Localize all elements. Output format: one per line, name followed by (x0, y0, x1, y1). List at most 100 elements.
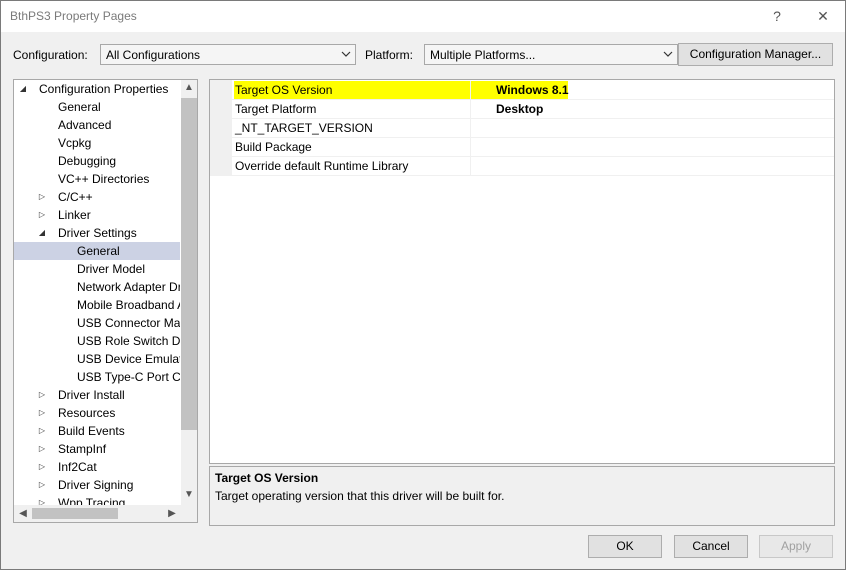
tree-item[interactable]: USB Connector Man (14, 314, 180, 332)
property-tree[interactable]: ▷ Wpp Tracing ▷ Driver Signing ▷ Inf2Cat ▷ Stam… (13, 79, 198, 523)
tree-item[interactable]: USB Device Emulati (14, 350, 180, 368)
platform-value: Multiple Platforms... (430, 48, 536, 62)
tree-item-label: Vcpkg (58, 136, 92, 150)
tree-item-label: Driver Model (77, 262, 146, 276)
tree-vertical-scroll-thumb[interactable] (181, 98, 197, 430)
tree-item-label: StampInf (58, 442, 107, 456)
column-separator (470, 119, 471, 138)
tree-item[interactable]: General (14, 98, 180, 116)
tree-item[interactable]: ▷ Resources (14, 404, 180, 422)
tree-item-label: VC++ Directories (58, 172, 150, 186)
platform-dropdown[interactable]: Multiple Platforms... (424, 44, 678, 65)
tree-item[interactable]: ▷ StampInf (14, 440, 180, 458)
tree-item[interactable]: Vcpkg (14, 134, 180, 152)
configuration-label: Configuration: (13, 48, 88, 62)
property-pages-window: BthPS3 Property Pages ? ✕ Configuration:… (0, 0, 846, 570)
property-row[interactable]: _NT_TARGET_VERSION (232, 119, 834, 138)
property-row[interactable]: Build Package (232, 138, 834, 157)
expand-arrow-icon[interactable]: ▷ (36, 206, 48, 224)
tree-item-label: Linker (58, 208, 91, 222)
property-name: Override default Runtime Library (235, 159, 409, 173)
window-title: BthPS3 Property Pages (10, 9, 137, 23)
tree-item[interactable]: Advanced (14, 116, 180, 134)
scroll-down-icon[interactable]: ▼ (181, 489, 197, 500)
tree-item[interactable]: ◢ Configuration Properties (14, 80, 180, 98)
expand-arrow-icon[interactable]: ▷ (36, 422, 48, 440)
property-row[interactable]: Override default Runtime Library (232, 157, 834, 176)
collapse-arrow-icon[interactable]: ◢ (17, 80, 29, 98)
tree-item-label: USB Role Switch Dri (77, 334, 180, 348)
tree-item[interactable]: USB Type-C Port Co (14, 368, 180, 386)
tree-item[interactable]: General (14, 242, 180, 260)
tree-item[interactable]: ▷ C/C++ (14, 188, 180, 206)
property-name: _NT_TARGET_VERSION (235, 121, 373, 135)
expand-arrow-icon[interactable]: ▷ (36, 188, 48, 206)
tree-item-label: Driver Install (58, 388, 125, 402)
chevron-down-icon (341, 51, 351, 57)
tree-item[interactable]: USB Role Switch Dri (14, 332, 180, 350)
configuration-value: All Configurations (106, 48, 201, 62)
tree-item[interactable]: ▷ Linker (14, 206, 180, 224)
column-separator (470, 81, 471, 100)
description-text: Target operating version that this drive… (215, 489, 505, 503)
property-value[interactable]: Desktop (496, 102, 543, 116)
configuration-dropdown[interactable]: All Configurations (100, 44, 356, 65)
tree-item-label: Advanced (58, 118, 112, 132)
tree-item-label: Configuration Properties (39, 82, 169, 96)
help-button[interactable]: ? (757, 1, 797, 32)
column-separator (470, 138, 471, 157)
column-separator (470, 157, 471, 176)
expand-arrow-icon[interactable]: ▷ (36, 476, 48, 494)
tree-item-label: General (77, 244, 120, 258)
expand-arrow-icon[interactable]: ▷ (36, 404, 48, 422)
tree-item-label: General (58, 100, 101, 114)
tree-item[interactable]: Debugging (14, 152, 180, 170)
tree-item-label: Network Adapter Dr (77, 280, 180, 294)
collapse-arrow-icon[interactable]: ◢ (36, 224, 48, 242)
ok-button[interactable]: OK (588, 535, 662, 558)
property-grid[interactable]: Target OS Version Windows 8.1 Target Platf… (209, 79, 835, 464)
tree-item-label: USB Type-C Port Co (77, 370, 180, 384)
tree-item[interactable]: Mobile Broadband A (14, 296, 180, 314)
tree-item-label: Debugging (58, 154, 117, 168)
apply-button[interactable]: Apply (759, 535, 833, 558)
tree-item-label: Driver Settings (58, 226, 137, 240)
tree-item-label: Driver Signing (58, 478, 134, 492)
scroll-left-icon[interactable]: ◀ (15, 508, 31, 519)
description-title: Target OS Version (215, 471, 319, 485)
tree-item[interactable]: Network Adapter Dr (14, 278, 180, 296)
scroll-right-icon[interactable]: ▶ (164, 508, 180, 519)
tree-item[interactable]: ▷ Driver Signing (14, 476, 180, 494)
property-row[interactable]: Target OS Version Windows 8.1 (232, 81, 834, 100)
tree-item-label: C/C++ (58, 190, 93, 204)
tree-item[interactable]: ▷ Build Events (14, 422, 180, 440)
property-row[interactable]: Target Platform Desktop (232, 100, 834, 119)
tree-item[interactable]: ▷ Driver Install (14, 386, 180, 404)
tree-item[interactable]: ◢ Driver Settings (14, 224, 180, 242)
tree-item-label: USB Connector Man (77, 316, 180, 330)
property-name: Target OS Version (235, 83, 333, 97)
tree-item[interactable]: ▷ Inf2Cat (14, 458, 180, 476)
property-name: Target Platform (235, 102, 317, 116)
expand-arrow-icon[interactable]: ▷ (36, 386, 48, 404)
scroll-up-icon[interactable]: ▲ (181, 82, 197, 93)
description-panel: Target OS Version Target operating versi… (209, 466, 835, 526)
tree-item-label: Inf2Cat (58, 460, 97, 474)
close-button[interactable]: ✕ (803, 1, 843, 32)
grid-gutter (210, 80, 232, 176)
column-separator (470, 100, 471, 119)
tree-item-label: Mobile Broadband A (77, 298, 180, 312)
configuration-manager-button[interactable]: Configuration Manager... (678, 43, 833, 66)
property-value[interactable]: Windows 8.1 (496, 83, 569, 97)
expand-arrow-icon[interactable]: ▷ (36, 458, 48, 476)
tree-item-label: USB Device Emulati (77, 352, 180, 366)
property-name: Build Package (235, 140, 312, 154)
tree-item-label: Build Events (58, 424, 125, 438)
expand-arrow-icon[interactable]: ▷ (36, 440, 48, 458)
cancel-button[interactable]: Cancel (674, 535, 748, 558)
tree-item[interactable]: Driver Model (14, 260, 180, 278)
tree-horizontal-scroll-thumb[interactable] (32, 508, 118, 519)
tree-item[interactable]: VC++ Directories (14, 170, 180, 188)
platform-label: Platform: (365, 48, 414, 62)
chevron-down-icon (663, 51, 673, 57)
